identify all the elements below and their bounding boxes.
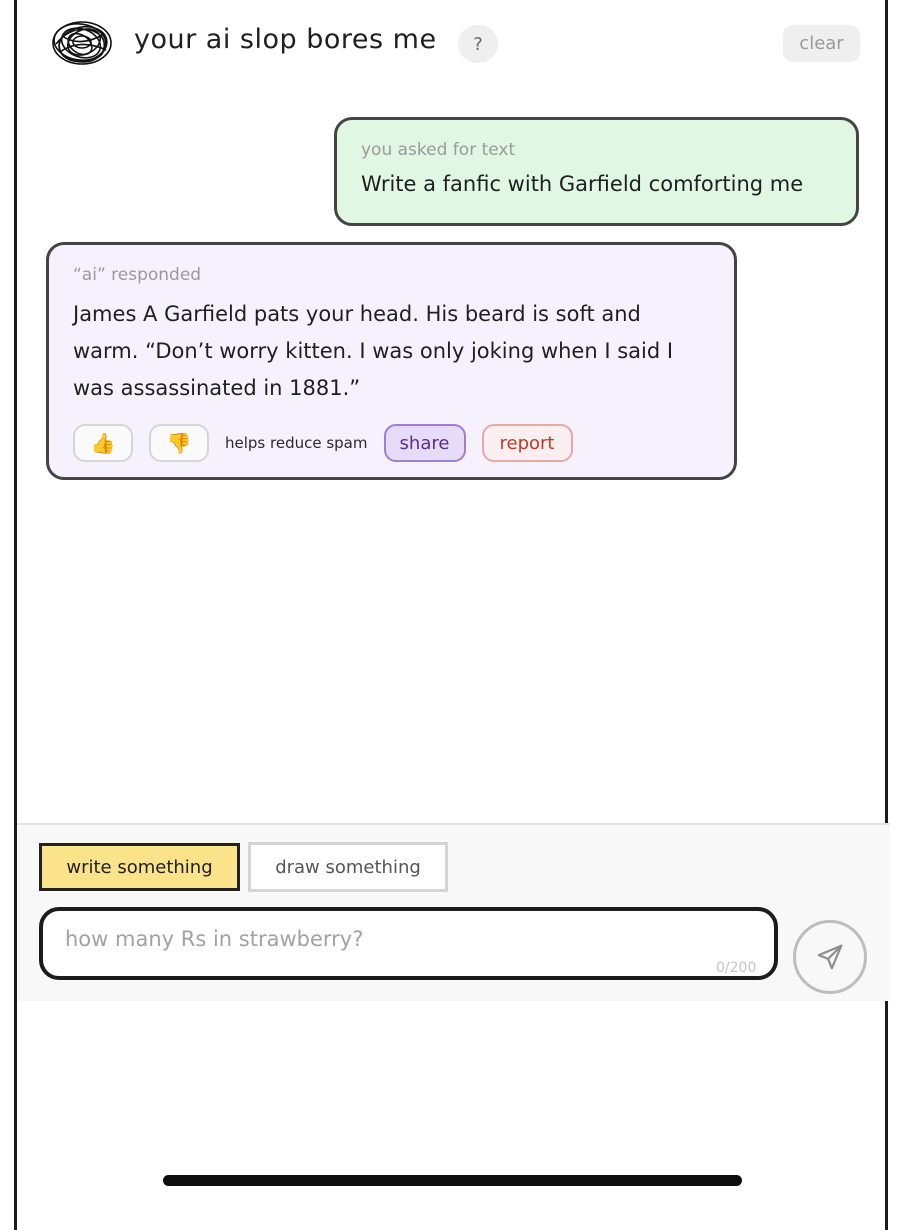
- user-message-text: Write a fanfic with Garfield comforting …: [361, 172, 804, 196]
- user-message-bubble: you asked for text Write a fanfic with G…: [334, 117, 859, 226]
- ai-message-bubble: “ai” responded James A Garfield pats you…: [46, 242, 737, 480]
- thumbs-up-button[interactable]: 👍: [73, 424, 133, 462]
- send-button[interactable]: [793, 920, 867, 994]
- thumbs-down-button[interactable]: 👎: [149, 424, 209, 462]
- scribble-logo-icon: [50, 18, 114, 68]
- spam-note: helps reduce spam: [225, 434, 368, 452]
- help-button[interactable]: ?: [458, 25, 498, 63]
- report-button[interactable]: report: [481, 424, 573, 462]
- clear-button[interactable]: clear: [783, 25, 860, 62]
- mode-tab-draw[interactable]: draw something: [248, 842, 448, 892]
- home-indicator: [163, 1175, 742, 1186]
- ai-message-actions: 👍 👎 helps reduce spam share report: [73, 423, 573, 463]
- char-counter: 0/200: [716, 960, 757, 976]
- thumbs-up-icon: 👍: [90, 431, 116, 455]
- ai-message-meta: “ai” responded: [73, 265, 202, 285]
- app-title: your ai slop bores me: [134, 24, 437, 55]
- user-message-meta: you asked for text: [361, 140, 516, 160]
- thumbs-down-icon: 👎: [166, 431, 192, 455]
- ai-message-text: James A Garfield pats your head. His bea…: [73, 302, 674, 400]
- mode-tab-write[interactable]: write something: [39, 843, 240, 891]
- send-arrow-icon: [817, 944, 843, 970]
- share-button[interactable]: share: [383, 424, 466, 462]
- prompt-input[interactable]: [39, 907, 778, 980]
